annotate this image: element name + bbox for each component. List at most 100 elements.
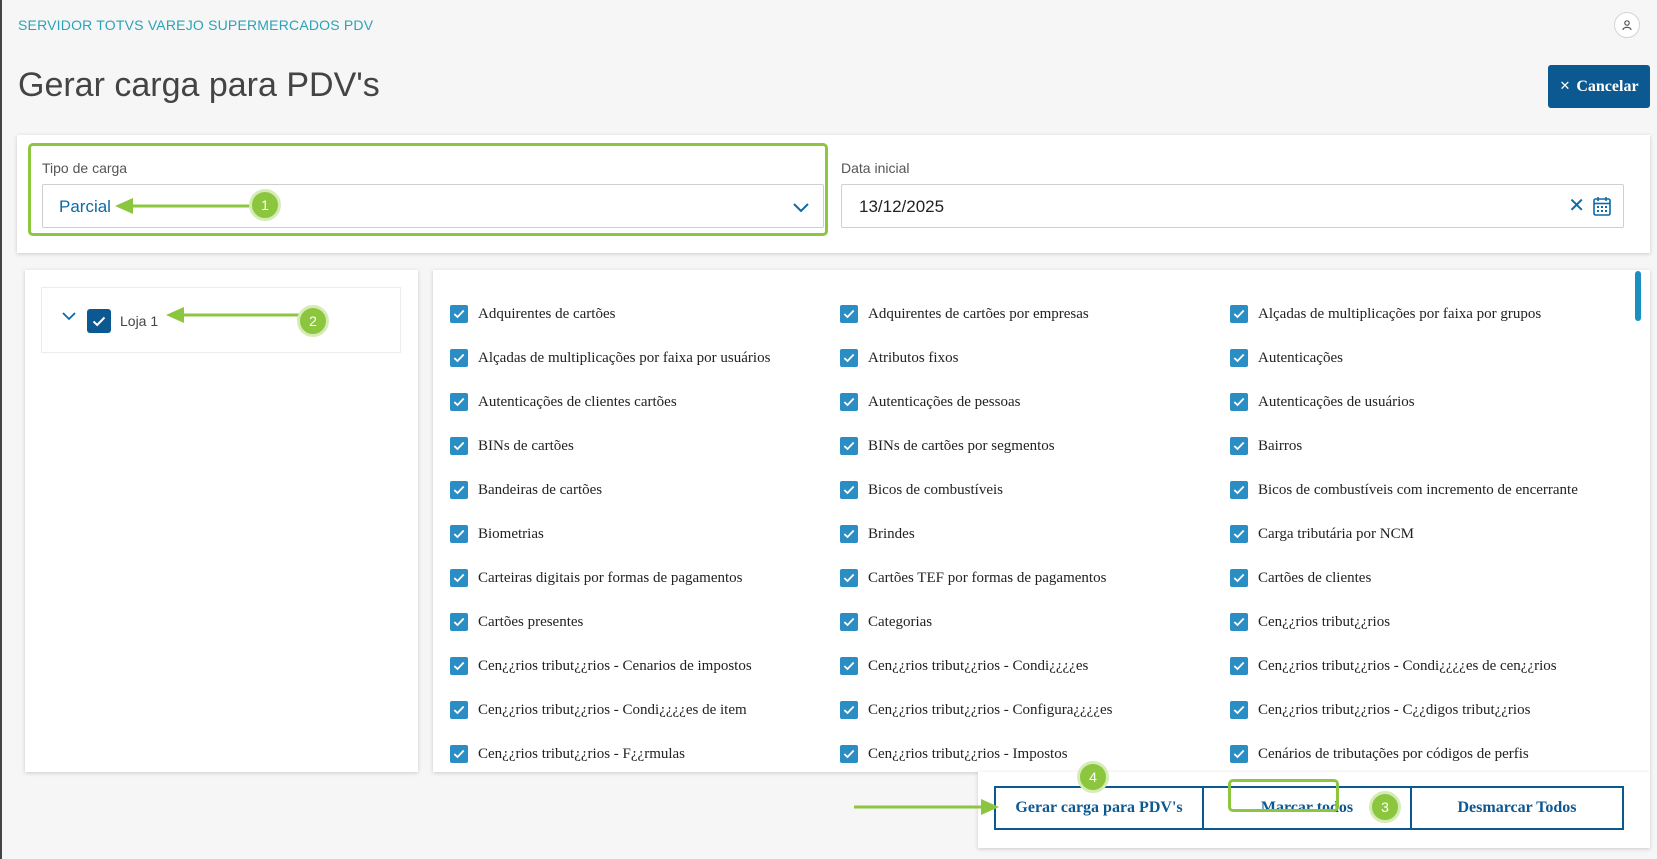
item-label: Carteiras digitais por formas de pagamen…	[478, 570, 743, 586]
loja-label: Loja 1	[120, 313, 159, 329]
list-item[interactable]: Brindes	[840, 516, 1230, 560]
item-checkbox[interactable]	[1230, 481, 1248, 499]
item-checkbox[interactable]	[450, 525, 468, 543]
list-item[interactable]: BINs de cartões	[450, 428, 840, 472]
item-label: Autenticações	[1258, 350, 1343, 366]
list-item[interactable]: Autenticações	[1230, 340, 1630, 384]
list-item[interactable]: Bicos de combustíveis	[840, 472, 1230, 516]
item-label: Biometrias	[478, 526, 544, 542]
item-checkbox[interactable]	[840, 613, 858, 631]
item-checkbox[interactable]	[1230, 701, 1248, 719]
item-checkbox[interactable]	[450, 349, 468, 367]
list-item[interactable]: Carga tributária por NCM	[1230, 516, 1630, 560]
data-inicial-input[interactable]: 13/12/2025 ✕	[841, 184, 1624, 228]
cancel-button[interactable]: ✕ Cancelar	[1548, 65, 1650, 108]
list-item[interactable]: Autenticações de usuários	[1230, 384, 1630, 428]
item-label: Cen¿¿rios tribut¿¿rios - Impostos	[868, 746, 1068, 762]
list-item[interactable]: Biometrias	[450, 516, 840, 560]
item-checkbox[interactable]	[1230, 569, 1248, 587]
list-item[interactable]: Cen¿¿rios tribut¿¿rios - C¿¿digos tribut…	[1230, 692, 1630, 736]
item-label: Cen¿¿rios tribut¿¿rios - Cenarios de imp…	[478, 658, 752, 674]
list-item[interactable]: Cen¿¿rios tribut¿¿rios - F¿¿rmulas	[450, 736, 840, 780]
gerar-carga-button[interactable]: Gerar carga para PDV's	[994, 786, 1204, 830]
highlight-marcar-todos	[1228, 779, 1339, 812]
item-checkbox[interactable]	[450, 569, 468, 587]
item-checkbox[interactable]	[450, 393, 468, 411]
item-checkbox[interactable]	[1230, 657, 1248, 675]
item-checkbox[interactable]	[840, 657, 858, 675]
list-item[interactable]: Bairros	[1230, 428, 1630, 472]
item-checkbox[interactable]	[450, 305, 468, 323]
close-icon: ✕	[1559, 79, 1571, 94]
item-label: Autenticações de clientes cartões	[478, 394, 677, 410]
item-label: Autenticações de pessoas	[868, 394, 1021, 410]
list-item[interactable]: Categorias	[840, 604, 1230, 648]
list-item[interactable]: Carteiras digitais por formas de pagamen…	[450, 560, 840, 604]
annotation-badge-2: 2	[297, 305, 329, 337]
scrollbar[interactable]	[1635, 271, 1641, 321]
list-item[interactable]: Cen¿¿rios tribut¿¿rios - Condi¿¿¿¿es de …	[450, 692, 840, 736]
item-checkbox[interactable]	[450, 701, 468, 719]
item-label: Cartões presentes	[478, 614, 584, 630]
item-checkbox[interactable]	[450, 613, 468, 631]
item-checkbox[interactable]	[1230, 437, 1248, 455]
list-item[interactable]: Cen¿¿rios tribut¿¿rios - Condi¿¿¿¿es de …	[1230, 648, 1630, 692]
item-label: Cenários de tributações por códigos de p…	[1258, 746, 1529, 762]
item-label: Cen¿¿rios tribut¿¿rios - C¿¿digos tribut…	[1258, 702, 1531, 718]
item-checkbox[interactable]	[1230, 393, 1248, 411]
annotation-badge-1: 1	[249, 189, 281, 221]
item-checkbox[interactable]	[840, 745, 858, 763]
item-checkbox[interactable]	[840, 393, 858, 411]
item-checkbox[interactable]	[1230, 305, 1248, 323]
loja-checkbox[interactable]	[87, 309, 111, 333]
item-label: BINs de cartões	[478, 438, 574, 454]
item-label: Cen¿¿rios tribut¿¿rios - Configura¿¿¿¿es	[868, 702, 1113, 718]
list-item[interactable]: Cen¿¿rios tribut¿¿rios - Cenarios de imp…	[450, 648, 840, 692]
item-checkbox[interactable]	[450, 745, 468, 763]
item-checkbox[interactable]	[1230, 745, 1248, 763]
list-item[interactable]: Adquirentes de cartões	[450, 296, 840, 340]
list-item[interactable]: Alçadas de multiplicações por faixa por …	[1230, 296, 1630, 340]
item-checkbox[interactable]	[1230, 613, 1248, 631]
item-checkbox[interactable]	[840, 701, 858, 719]
item-checkbox[interactable]	[840, 569, 858, 587]
item-checkbox[interactable]	[1230, 349, 1248, 367]
item-checkbox[interactable]	[840, 437, 858, 455]
highlight-tipo-carga	[28, 143, 828, 236]
item-checkbox[interactable]	[840, 525, 858, 543]
item-label: Cen¿¿rios tribut¿¿rios - F¿¿rmulas	[478, 746, 686, 762]
item-checkbox[interactable]	[450, 657, 468, 675]
list-item[interactable]: Cartões de clientes	[1230, 560, 1630, 604]
list-item[interactable]: Cartões TEF por formas de pagamentos	[840, 560, 1230, 604]
item-checkbox[interactable]	[840, 305, 858, 323]
list-item[interactable]: Bandeiras de cartões	[450, 472, 840, 516]
list-item[interactable]: Cen¿¿rios tribut¿¿rios - Configura¿¿¿¿es	[840, 692, 1230, 736]
clear-icon[interactable]: ✕	[1568, 196, 1585, 216]
list-item[interactable]: Autenticações de clientes cartões	[450, 384, 840, 428]
item-label: Bandeiras de cartões	[478, 482, 603, 498]
item-label: Alçadas de multiplicações por faixa por …	[478, 350, 771, 366]
list-item[interactable]: Adquirentes de cartões por empresas	[840, 296, 1230, 340]
item-label: Cartões de clientes	[1258, 570, 1372, 586]
item-checkbox[interactable]	[1230, 525, 1248, 543]
list-item[interactable]: Cen¿¿rios tribut¿¿rios - Condi¿¿¿¿es	[840, 648, 1230, 692]
chevron-down-icon[interactable]	[62, 308, 76, 326]
list-item[interactable]: Cen¿¿rios tribut¿¿rios	[1230, 604, 1630, 648]
item-checkbox[interactable]	[450, 481, 468, 499]
list-item[interactable]: Cartões presentes	[450, 604, 840, 648]
calendar-icon[interactable]	[1593, 196, 1611, 221]
item-checkbox[interactable]	[840, 349, 858, 367]
page-title: Gerar carga para PDV's	[18, 66, 380, 104]
item-checkbox[interactable]	[840, 481, 858, 499]
user-icon[interactable]	[1614, 12, 1640, 38]
list-item[interactable]: BINs de cartões por segmentos	[840, 428, 1230, 472]
app-title: SERVIDOR TOTVS VAREJO SUPERMERCADOS PDV	[18, 17, 374, 33]
desmarcar-todos-button[interactable]: Desmarcar Todos	[1410, 786, 1624, 830]
item-label: Bairros	[1258, 438, 1303, 454]
item-label: Cen¿¿rios tribut¿¿rios - Condi¿¿¿¿es de …	[478, 702, 747, 718]
list-item[interactable]: Bicos de combustíveis com incremento de …	[1230, 472, 1630, 516]
list-item[interactable]: Autenticações de pessoas	[840, 384, 1230, 428]
list-item[interactable]: Alçadas de multiplicações por faixa por …	[450, 340, 840, 384]
item-checkbox[interactable]	[450, 437, 468, 455]
list-item[interactable]: Atributos fixos	[840, 340, 1230, 384]
